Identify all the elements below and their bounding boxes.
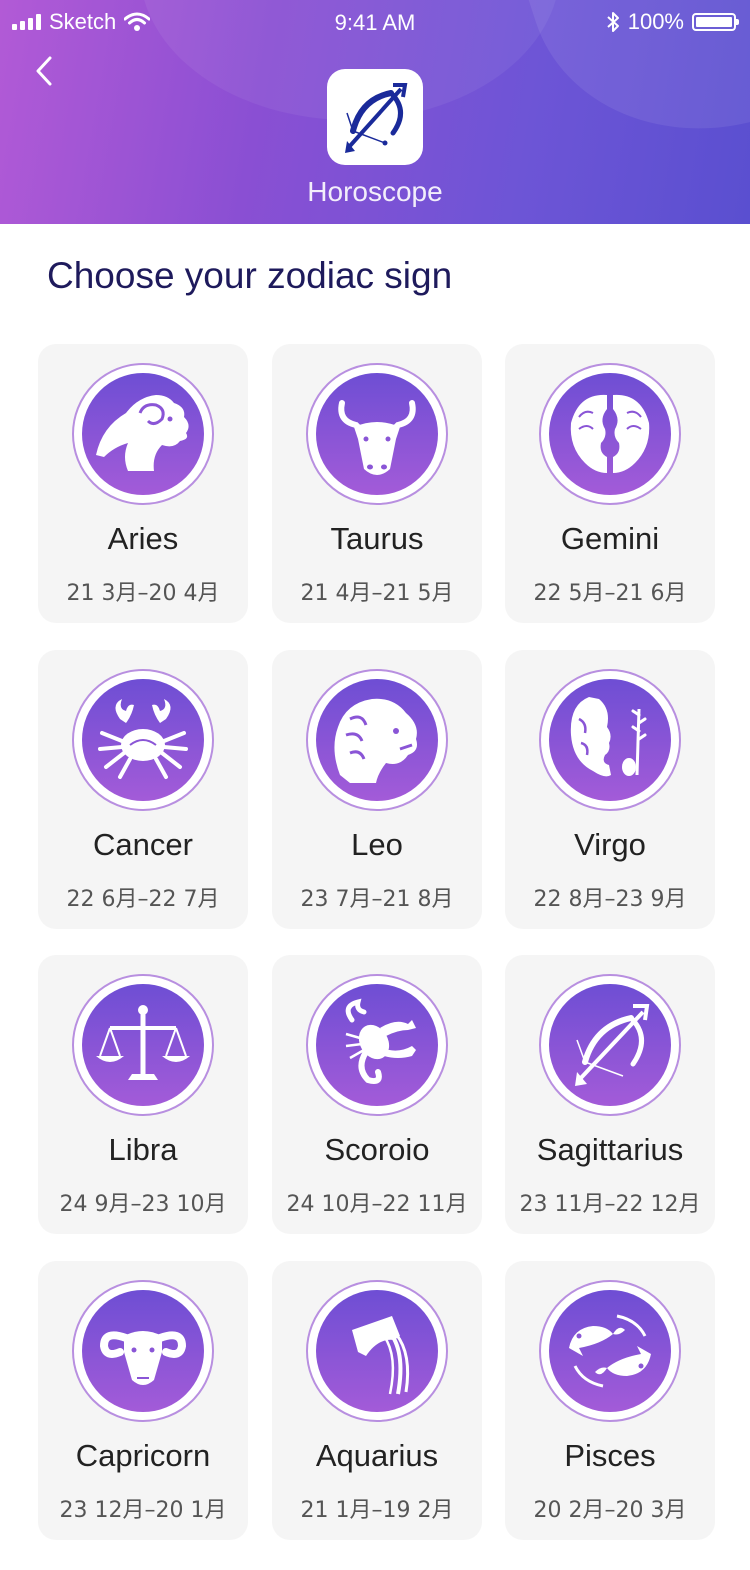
sign-name: Gemini: [560, 521, 660, 556]
sign-name: Libra: [108, 1132, 178, 1167]
taurus-icon: [338, 400, 416, 475]
sign-name: Taurus: [330, 521, 424, 556]
zodiac-card-scorpio[interactable]: Scoroio 24 10月–22 11月: [272, 955, 482, 1234]
zodiac-card-pisces[interactable]: Pisces 20 2月–20 3月: [505, 1261, 715, 1540]
chevron-left-icon: [36, 56, 52, 86]
sign-name: Pisces: [564, 1438, 656, 1473]
sign-dates: 20 2月–20 3月: [533, 1498, 687, 1523]
zodiac-grid: Aries 21 3月–20 4月 Taurus 21 4月–21 5月 Gem…: [38, 344, 715, 1540]
zodiac-medal: [306, 669, 448, 811]
app-title: Horoscope: [307, 176, 443, 207]
sign-dates: 21 3月–20 4月: [66, 581, 220, 606]
bluetooth-icon: [607, 12, 619, 32]
sign-dates: 22 8月–23 9月: [533, 887, 687, 912]
leo-icon: [334, 698, 417, 783]
zodiac-medal: [539, 669, 681, 811]
sign-name: Aries: [107, 521, 179, 556]
sign-dates: 24 10月–22 11月: [286, 1192, 468, 1217]
sagittarius-icon: [575, 1004, 650, 1086]
aquarius-icon: [352, 1316, 410, 1395]
zodiac-medal: [306, 974, 448, 1116]
zodiac-card-aquarius[interactable]: Aquarius 21 1月–19 2月: [272, 1261, 482, 1540]
status-bar: Sketch 9:41 AM 100%: [0, 0, 750, 44]
sign-dates: 22 6月–22 7月: [66, 887, 220, 912]
zodiac-medal: [539, 974, 681, 1116]
zodiac-card-aries[interactable]: Aries 21 3月–20 4月: [38, 344, 248, 623]
virgo-icon: [570, 697, 647, 777]
gemini-icon: [570, 394, 650, 473]
capricorn-icon: [99, 1331, 187, 1385]
sign-dates: 23 7月–21 8月: [300, 887, 454, 912]
sign-dates: 21 4月–21 5月: [300, 581, 454, 606]
app-icon: [327, 69, 423, 165]
sign-dates: 23 12月–20 1月: [59, 1498, 227, 1523]
zodiac-card-virgo[interactable]: Virgo 22 8月–23 9月: [505, 650, 715, 929]
header: Sketch 9:41 AM 100% Horoscope: [0, 0, 750, 224]
back-button[interactable]: [26, 52, 66, 92]
sign-name: Leo: [351, 827, 403, 862]
zodiac-medal: [539, 1280, 681, 1422]
sign-name: Virgo: [574, 827, 646, 862]
pisces-icon: [569, 1314, 651, 1388]
sign-dates: 21 1月–19 2月: [300, 1498, 454, 1523]
sign-name: Aquarius: [315, 1438, 439, 1473]
zodiac-medal: [72, 669, 214, 811]
scorpio-icon: [345, 998, 416, 1084]
zodiac-medal: [306, 1280, 448, 1422]
battery-percent: 100%: [627, 9, 684, 34]
sign-dates: 24 9月–23 10月: [59, 1192, 227, 1217]
status-right: 100%: [606, 9, 739, 35]
zodiac-card-gemini[interactable]: Gemini 22 5月–21 6月: [505, 344, 715, 623]
sign-name: Cancer: [93, 827, 193, 862]
libra-icon: [96, 1005, 190, 1080]
zodiac-card-sagittarius[interactable]: Sagittarius 23 11月–22 12月: [505, 955, 715, 1234]
zodiac-medal: [72, 974, 214, 1116]
zodiac-medal: [72, 1280, 214, 1422]
sagittarius-icon: [345, 83, 408, 153]
zodiac-card-capricorn[interactable]: Capricorn 23 12月–20 1月: [38, 1261, 248, 1540]
zodiac-medal: [72, 363, 214, 505]
zodiac-card-taurus[interactable]: Taurus 21 4月–21 5月: [272, 344, 482, 623]
cancer-icon: [98, 699, 188, 779]
sign-name: Capricorn: [75, 1438, 211, 1473]
page-title: Choose your zodiac sign: [47, 255, 453, 296]
zodiac-card-leo[interactable]: Leo 23 7月–21 8月: [272, 650, 482, 929]
zodiac-card-libra[interactable]: Libra 24 9月–23 10月: [38, 955, 248, 1234]
zodiac-medal: [306, 363, 448, 505]
sign-dates: 22 5月–21 6月: [533, 581, 687, 606]
sign-dates: 23 11月–22 12月: [519, 1192, 701, 1217]
zodiac-medal: [539, 363, 681, 505]
sign-name: Sagittarius: [536, 1132, 684, 1167]
sign-name: Scoroio: [324, 1132, 430, 1167]
aries-icon: [96, 395, 189, 471]
battery-icon: [692, 13, 739, 31]
zodiac-card-cancer[interactable]: Cancer 22 6月–22 7月: [38, 650, 248, 929]
